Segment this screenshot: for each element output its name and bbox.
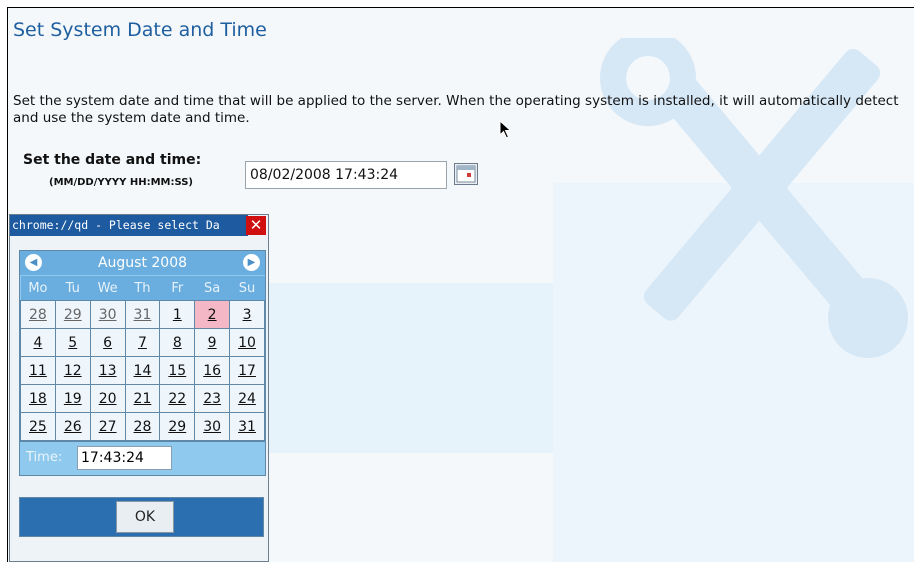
calendar-day[interactable]: 31 bbox=[229, 412, 265, 441]
calendar-day[interactable]: 29 bbox=[159, 412, 196, 441]
calendar-week-row: 18 19 20 21 22 23 24 bbox=[20, 384, 265, 413]
mouse-cursor-icon bbox=[499, 120, 512, 139]
weekday-we: We bbox=[90, 275, 126, 301]
calendar-picker-button[interactable] bbox=[454, 163, 478, 185]
calendar-day[interactable]: 16 bbox=[194, 356, 231, 385]
calendar-header: ◀ August 2008 ▶ bbox=[20, 251, 265, 275]
datetime-format-hint: (MM/DD/YYYY HH:MM:SS) bbox=[49, 177, 193, 188]
time-row: Time: bbox=[20, 441, 265, 475]
calendar-day[interactable]: 21 bbox=[124, 384, 161, 413]
calendar-day[interactable]: 13 bbox=[89, 356, 126, 385]
calendar-grid: Mo Tu We Th Fr Sa Su 28 29 30 31 1 2 3 4 5 6 7 8 9 10 11 12 13… bbox=[20, 275, 265, 441]
weekday-header-row: Mo Tu We Th Fr Sa Su bbox=[20, 275, 265, 301]
chevron-left-icon[interactable]: ◀ bbox=[25, 254, 42, 271]
date-picker-window: chrome://qd - Please select Da ✕ ◀ Augus… bbox=[9, 214, 269, 562]
calendar-day[interactable]: 19 bbox=[54, 384, 91, 413]
time-input[interactable] bbox=[77, 446, 172, 470]
calendar-day[interactable]: 28 bbox=[20, 300, 56, 329]
calendar-day[interactable]: 20 bbox=[89, 384, 126, 413]
calendar: ◀ August 2008 ▶ Mo Tu We Th Fr Sa Su 28 29 30 31 1… bbox=[19, 250, 266, 476]
close-icon[interactable]: ✕ bbox=[246, 216, 266, 235]
ok-bar: OK bbox=[19, 497, 264, 537]
tools-watermark-icon bbox=[600, 38, 908, 358]
calendar-day[interactable]: 8 bbox=[159, 328, 196, 357]
calendar-day[interactable]: 18 bbox=[20, 384, 56, 413]
calendar-day[interactable]: 6 bbox=[89, 328, 126, 357]
calendar-month-label: August 2008 bbox=[97, 255, 188, 271]
calendar-day[interactable]: 14 bbox=[124, 356, 161, 385]
weekday-th: Th bbox=[125, 275, 160, 301]
page-description: Set the system date and time that will b… bbox=[13, 93, 899, 126]
calendar-day[interactable]: 30 bbox=[89, 300, 126, 329]
weekday-tu: Tu bbox=[55, 275, 91, 301]
calendar-week-row: 28 29 30 31 1 2 3 bbox=[20, 300, 265, 329]
calendar-day[interactable]: 30 bbox=[194, 412, 231, 441]
calendar-day[interactable]: 11 bbox=[20, 356, 56, 385]
calendar-week-row: 25 26 27 28 29 30 31 bbox=[20, 412, 265, 441]
calendar-day[interactable]: 4 bbox=[20, 328, 56, 357]
calendar-week-row: 4 5 6 7 8 9 10 bbox=[20, 328, 265, 357]
calendar-days: 28 29 30 31 1 2 3 4 5 6 7 8 9 10 11 12 13 14 15 16 17 18 19 20 2… bbox=[20, 300, 265, 441]
weekday-fr: Fr bbox=[159, 275, 195, 301]
calendar-day[interactable]: 31 bbox=[124, 300, 161, 329]
page-title: Set System Date and Time bbox=[13, 19, 267, 41]
weekday-su: Su bbox=[229, 275, 265, 301]
calendar-day[interactable]: 17 bbox=[229, 356, 265, 385]
calendar-day[interactable]: 7 bbox=[124, 328, 161, 357]
calendar-day[interactable]: 26 bbox=[54, 412, 91, 441]
calendar-day[interactable]: 24 bbox=[229, 384, 265, 413]
calendar-icon bbox=[456, 165, 476, 183]
ok-button[interactable]: OK bbox=[116, 501, 174, 533]
calendar-day[interactable]: 12 bbox=[54, 356, 91, 385]
calendar-day[interactable]: 15 bbox=[159, 356, 196, 385]
calendar-day[interactable]: 2 bbox=[194, 300, 231, 329]
calendar-day[interactable]: 22 bbox=[159, 384, 196, 413]
calendar-day[interactable]: 3 bbox=[229, 300, 265, 329]
calendar-day[interactable]: 9 bbox=[194, 328, 231, 357]
popup-window-title: chrome://qd - Please select Da bbox=[10, 215, 248, 236]
weekday-sa: Sa bbox=[194, 275, 230, 301]
calendar-week-row: 11 12 13 14 15 16 17 bbox=[20, 356, 265, 385]
datetime-input[interactable] bbox=[245, 161, 447, 189]
calendar-day[interactable]: 10 bbox=[229, 328, 265, 357]
calendar-day[interactable]: 29 bbox=[54, 300, 91, 329]
calendar-day[interactable]: 1 bbox=[159, 300, 196, 329]
background-panel bbox=[258, 283, 583, 453]
calendar-day[interactable]: 27 bbox=[89, 412, 126, 441]
calendar-day[interactable]: 25 bbox=[20, 412, 56, 441]
calendar-day[interactable]: 23 bbox=[194, 384, 231, 413]
calendar-day[interactable]: 28 bbox=[124, 412, 161, 441]
chevron-right-icon[interactable]: ▶ bbox=[243, 254, 260, 271]
calendar-day[interactable]: 5 bbox=[54, 328, 91, 357]
time-label: Time: bbox=[26, 450, 63, 465]
page-frame: Set System Date and Time Set the system … bbox=[7, 7, 914, 562]
weekday-mo: Mo bbox=[20, 275, 56, 301]
datetime-label: Set the date and time: bbox=[23, 152, 202, 168]
